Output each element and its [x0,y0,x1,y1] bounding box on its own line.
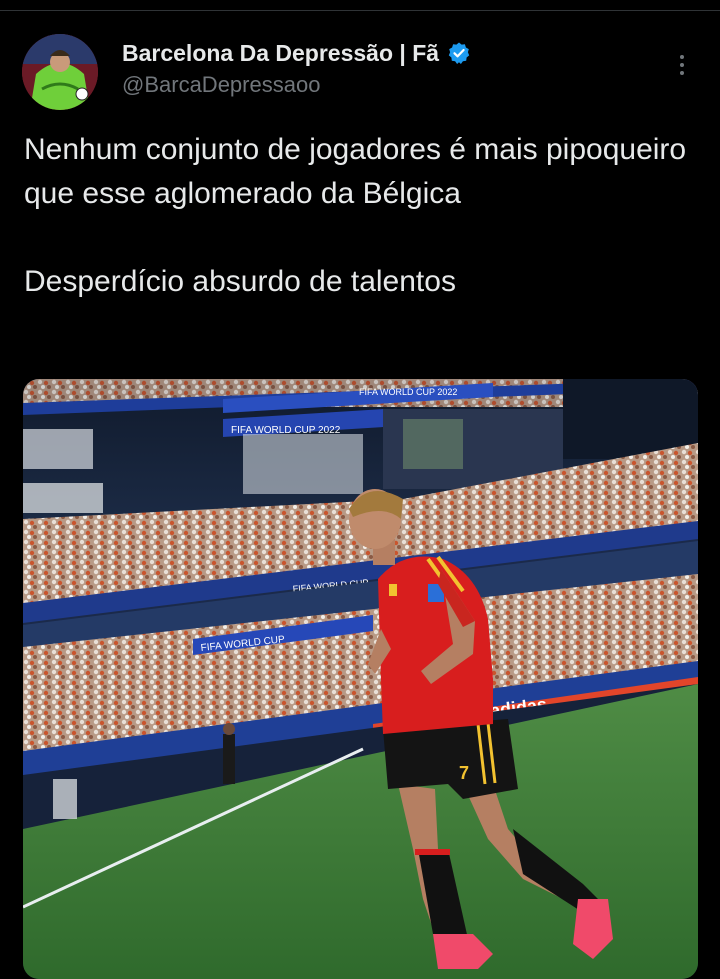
tweet-text: Nenhum conjunto de jogadores é mais pipo… [24,128,694,304]
more-dot-icon [680,63,684,67]
display-name[interactable]: Barcelona Da Depressão | Fã [122,40,439,67]
tweet-media-image[interactable]: FIFA WORLD CUP 2022 FIFA WORLD CUP 2022 … [23,379,698,979]
avatar-image [22,34,98,110]
more-options-button[interactable] [670,50,694,80]
verified-badge-icon [447,41,471,65]
name-row: Barcelona Da Depressão | Fã [122,38,471,68]
tweet-text-paragraph-1: Nenhum conjunto de jogadores é mais pipo… [24,133,687,210]
tweet-header: Barcelona Da Depressão | Fã @BarcaDepres… [122,38,471,98]
player-number: 7 [459,763,469,783]
more-dot-icon [680,71,684,75]
stadium-banner-text: FIFA WORLD CUP 2022 [359,387,457,397]
avatar[interactable] [22,34,98,110]
more-dot-icon [680,55,684,59]
stadium-photo: FIFA WORLD CUP 2022 FIFA WORLD CUP 2022 … [23,379,698,979]
top-divider [0,10,720,11]
user-handle[interactable]: @BarcaDepressaoo [122,72,471,98]
tweet-text-paragraph-2: Desperdício absurdo de talentos [24,265,456,298]
